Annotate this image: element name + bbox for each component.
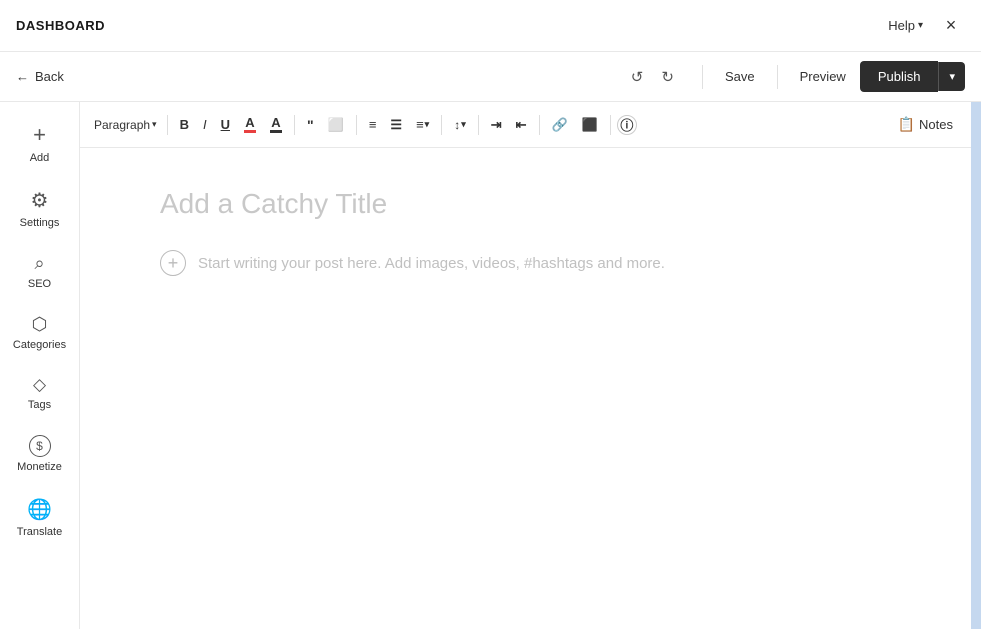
bold-icon: B bbox=[180, 117, 189, 132]
help-label: Help bbox=[888, 18, 915, 33]
fmt-sep-6 bbox=[539, 115, 540, 135]
top-bar: DASHBOARD Help ▾ × bbox=[0, 0, 981, 52]
fmt-sep-2 bbox=[294, 115, 295, 135]
sidebar-item-translate[interactable]: 🌐 Translate bbox=[0, 485, 79, 550]
divider-1 bbox=[702, 65, 703, 89]
line-height-chevron-icon: ▾ bbox=[461, 119, 466, 130]
bold-button[interactable]: B bbox=[174, 113, 195, 136]
close-icon: × bbox=[946, 15, 957, 36]
sidebar-item-categories[interactable]: ⬡ Categories bbox=[0, 302, 79, 363]
line-height-button[interactable]: ↕ ▾ bbox=[448, 114, 472, 136]
align-button[interactable]: ≡ ▾ bbox=[410, 113, 435, 136]
publish-dropdown-button[interactable]: ▾ bbox=[938, 62, 965, 91]
back-button[interactable]: ← Back bbox=[16, 69, 64, 84]
tags-icon: ◇ bbox=[33, 375, 46, 395]
image-button[interactable]: ⬜ bbox=[322, 113, 350, 137]
content-area[interactable]: Add a Catchy Title + Start writing your … bbox=[80, 148, 971, 629]
paragraph-select[interactable]: Paragraph ▾ bbox=[90, 114, 161, 136]
italic-button[interactable]: I bbox=[197, 113, 213, 136]
notes-button[interactable]: 📋 Notes bbox=[890, 112, 961, 137]
notes-label: Notes bbox=[919, 117, 953, 132]
notes-icon: 📋 bbox=[898, 116, 915, 133]
back-arrow-icon: ← bbox=[16, 69, 29, 84]
right-edge-accent bbox=[971, 102, 981, 629]
sidebar-item-tags[interactable]: ◇ Tags bbox=[0, 363, 79, 423]
line-height-icon: ↕ bbox=[454, 118, 460, 132]
sidebar-seo-label: SEO bbox=[28, 278, 51, 290]
font-color-button[interactable]: A bbox=[238, 112, 262, 137]
publish-group: Publish ▾ bbox=[860, 61, 965, 92]
editor-area: Paragraph ▾ B I U A A bbox=[80, 102, 971, 629]
embed-button[interactable]: ⬛ bbox=[576, 113, 604, 137]
fmt-sep-4 bbox=[441, 115, 442, 135]
monetize-icon: $ bbox=[29, 435, 51, 457]
preview-label: Preview bbox=[800, 69, 846, 84]
sidebar-item-monetize[interactable]: $ Monetize bbox=[0, 423, 79, 485]
publish-label: Publish bbox=[878, 69, 921, 84]
dashboard-title: DASHBOARD bbox=[16, 18, 105, 33]
main-area: + Add ⚙ Settings ⌕ SEO ⬡ Categories ◇ Ta… bbox=[0, 102, 981, 629]
action-bar-right: ↺ ↻ Save Preview Publish ▾ bbox=[623, 61, 965, 92]
undo-button[interactable]: ↺ bbox=[623, 62, 652, 92]
seo-icon: ⌕ bbox=[34, 253, 44, 274]
highlight-bar bbox=[270, 130, 282, 133]
preview-button[interactable]: Preview bbox=[786, 63, 860, 90]
sidebar-monetize-label: Monetize bbox=[17, 461, 62, 473]
undo-redo-group: ↺ ↻ bbox=[623, 62, 694, 92]
align-chevron-icon: ▾ bbox=[425, 119, 430, 130]
paragraph-label: Paragraph bbox=[94, 118, 150, 132]
add-content-button[interactable]: + bbox=[160, 250, 186, 276]
title-placeholder: Add a Catchy Title bbox=[160, 188, 891, 220]
quote-button[interactable]: " bbox=[301, 113, 320, 137]
font-color-a-icon: A bbox=[245, 116, 254, 129]
sidebar-item-settings[interactable]: ⚙ Settings bbox=[0, 176, 79, 241]
ordered-list-button[interactable]: ≡ bbox=[363, 113, 383, 136]
close-button[interactable]: × bbox=[937, 12, 965, 40]
italic-icon: I bbox=[203, 117, 207, 132]
format-bar: Paragraph ▾ B I U A A bbox=[80, 102, 971, 148]
font-color-bar bbox=[244, 130, 256, 133]
divider-2 bbox=[777, 65, 778, 89]
sidebar-translate-label: Translate bbox=[17, 526, 62, 538]
align-icon: ≡ bbox=[416, 117, 424, 132]
publish-button[interactable]: Publish bbox=[860, 61, 939, 92]
fmt-sep-5 bbox=[478, 115, 479, 135]
help-button[interactable]: Help ▾ bbox=[880, 14, 931, 37]
sidebar-add-label: Add bbox=[30, 152, 50, 164]
categories-icon: ⬡ bbox=[32, 314, 48, 335]
info-button[interactable]: ⓘ bbox=[617, 115, 637, 135]
sidebar: + Add ⚙ Settings ⌕ SEO ⬡ Categories ◇ Ta… bbox=[0, 102, 80, 629]
highlight-button[interactable]: A bbox=[264, 112, 288, 137]
fmt-sep-1 bbox=[167, 115, 168, 135]
sidebar-item-add[interactable]: + Add bbox=[0, 110, 79, 176]
save-button[interactable]: Save bbox=[711, 63, 769, 90]
sidebar-item-seo[interactable]: ⌕ SEO bbox=[0, 241, 79, 302]
unordered-list-button[interactable]: ☰ bbox=[384, 113, 408, 137]
highlight-a-icon: A bbox=[271, 116, 280, 129]
underline-icon: U bbox=[221, 117, 230, 132]
body-placeholder-row: + Start writing your post here. Add imag… bbox=[160, 250, 891, 276]
indent-decrease-button[interactable]: ⇤ bbox=[510, 113, 533, 137]
underline-button[interactable]: U bbox=[215, 113, 236, 136]
back-label: Back bbox=[35, 69, 64, 84]
publish-chevron-icon: ▾ bbox=[949, 71, 955, 83]
translate-icon: 🌐 bbox=[27, 497, 52, 522]
sidebar-categories-label: Categories bbox=[13, 339, 66, 351]
redo-button[interactable]: ↻ bbox=[653, 62, 682, 92]
body-placeholder: Start writing your post here. Add images… bbox=[198, 255, 665, 272]
sidebar-tags-label: Tags bbox=[28, 399, 51, 411]
link-button[interactable]: 🔗 bbox=[546, 113, 574, 137]
action-bar: ← Back ↺ ↻ Save Preview Publish ▾ bbox=[0, 52, 981, 102]
top-bar-right: Help ▾ × bbox=[880, 12, 965, 40]
fmt-sep-3 bbox=[356, 115, 357, 135]
plus-icon: + bbox=[33, 122, 46, 148]
fmt-sep-7 bbox=[610, 115, 611, 135]
paragraph-chevron-icon: ▾ bbox=[152, 119, 157, 130]
indent-increase-button[interactable]: ⇥ bbox=[485, 113, 508, 137]
sidebar-settings-label: Settings bbox=[20, 217, 60, 229]
chevron-down-icon: ▾ bbox=[918, 20, 923, 31]
save-label: Save bbox=[725, 69, 755, 84]
settings-icon: ⚙ bbox=[31, 188, 49, 213]
